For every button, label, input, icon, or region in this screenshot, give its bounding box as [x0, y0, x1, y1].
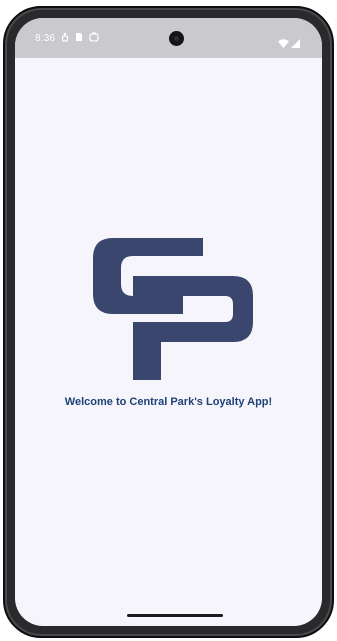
- front-camera: [169, 31, 184, 46]
- signal-icon: [291, 33, 300, 52]
- screen: 8:36 Welcome to Central Park's Loyalty A…: [15, 18, 322, 626]
- welcome-message: Welcome to Central Park's Loyalty App!: [64, 396, 273, 408]
- phone-frame: 8:36 Welcome to Central Park's Loyalty A…: [3, 6, 334, 638]
- status-bar: 8:36: [15, 18, 322, 58]
- central-park-logo: [93, 238, 253, 380]
- status-icons-right: [278, 33, 300, 52]
- notification-icon: [61, 32, 69, 46]
- wifi-icon: [278, 33, 289, 52]
- sync-icon: [89, 32, 99, 46]
- home-indicator[interactable]: [127, 614, 223, 617]
- status-time: 8:36: [35, 33, 56, 44]
- status-icons-left: [61, 32, 99, 46]
- sd-card-icon: [75, 32, 83, 46]
